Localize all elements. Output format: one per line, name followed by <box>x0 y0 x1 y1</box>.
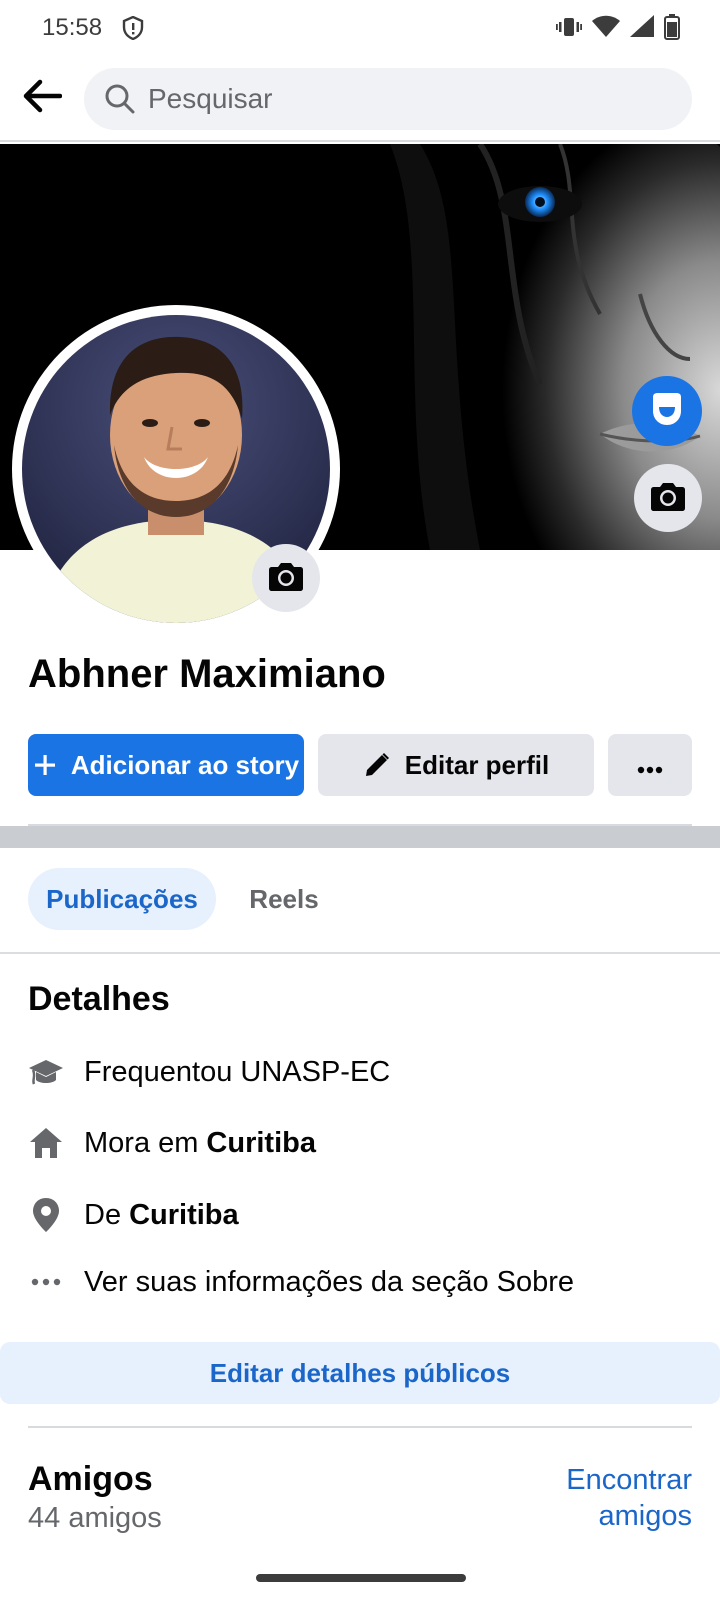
divider <box>28 1426 692 1428</box>
detail-from-city[interactable]: Curitiba <box>129 1199 239 1232</box>
friends-count: 44 amigos <box>28 1502 162 1534</box>
edit-profile-label: Editar perfil <box>404 749 550 780</box>
detail-lives-in-city[interactable]: Curitiba <box>206 1127 316 1160</box>
tab-reels[interactable]: Reels <box>232 868 336 930</box>
cover-camera-button[interactable] <box>634 464 702 532</box>
tabs-divider <box>0 952 720 954</box>
plus-icon <box>33 753 57 777</box>
search-header <box>0 62 720 142</box>
home-indicator[interactable] <box>256 1574 466 1582</box>
arrow-left-icon <box>22 79 63 118</box>
detail-about-text: Ver suas informações da seção Sobre <box>84 1265 575 1298</box>
detail-about-link[interactable]: Ver suas informações da seção Sobre <box>28 1260 574 1304</box>
graduation-cap-icon <box>28 1054 64 1090</box>
profile-camera-button[interactable] <box>252 544 320 612</box>
status-icons <box>556 14 680 40</box>
find-friends-link[interactable]: Encontrar amigos <box>512 1462 692 1534</box>
section-divider <box>0 826 720 848</box>
wifi-icon <box>592 15 620 39</box>
find-friends-line2: amigos <box>598 1500 693 1532</box>
camera-icon <box>268 560 304 597</box>
tab-publicacoes[interactable]: Publicações <box>28 868 216 930</box>
detail-education: Frequentou UNASP-EC <box>28 1050 390 1094</box>
battery-icon <box>664 14 680 40</box>
avatar-frame-icon <box>647 389 687 434</box>
detail-lives-in: Mora em Curitiba <box>28 1121 316 1165</box>
shield-icon <box>122 15 144 41</box>
more-options-button[interactable] <box>608 734 692 796</box>
more-dots-icon <box>28 1264 64 1300</box>
search-icon <box>104 83 136 115</box>
vibrate-icon <box>556 15 582 39</box>
avatar-frame-button[interactable] <box>632 376 702 446</box>
camera-icon <box>650 480 686 517</box>
search-bar[interactable] <box>84 68 692 130</box>
status-bar: 15:58 <box>0 0 720 56</box>
detail-education-text: Frequentou UNASP-EC <box>84 1055 391 1088</box>
detail-from: De Curitiba <box>28 1193 239 1237</box>
friends-title: Amigos <box>28 1460 153 1498</box>
details-title: Detalhes <box>28 980 170 1018</box>
detail-from-text: De <box>84 1198 122 1231</box>
find-friends-line1: Encontrar <box>566 1464 692 1496</box>
more-dots-icon <box>637 750 663 781</box>
profile-name: Abhner Maximiano <box>28 652 386 696</box>
detail-lives-in-text: Mora em <box>84 1126 199 1159</box>
search-input[interactable] <box>148 68 668 130</box>
status-time: 15:58 <box>42 14 103 41</box>
signal-icon <box>630 15 654 39</box>
back-button[interactable] <box>20 76 64 120</box>
location-pin-icon <box>28 1197 64 1233</box>
add-story-button[interactable]: Adicionar ao story <box>28 734 304 796</box>
add-story-label: Adicionar ao story <box>70 749 300 780</box>
home-icon <box>28 1125 64 1161</box>
pencil-icon <box>363 751 391 779</box>
edit-public-details-button[interactable]: Editar detalhes públicos <box>0 1342 720 1404</box>
edit-profile-button[interactable]: Editar perfil <box>318 734 594 796</box>
